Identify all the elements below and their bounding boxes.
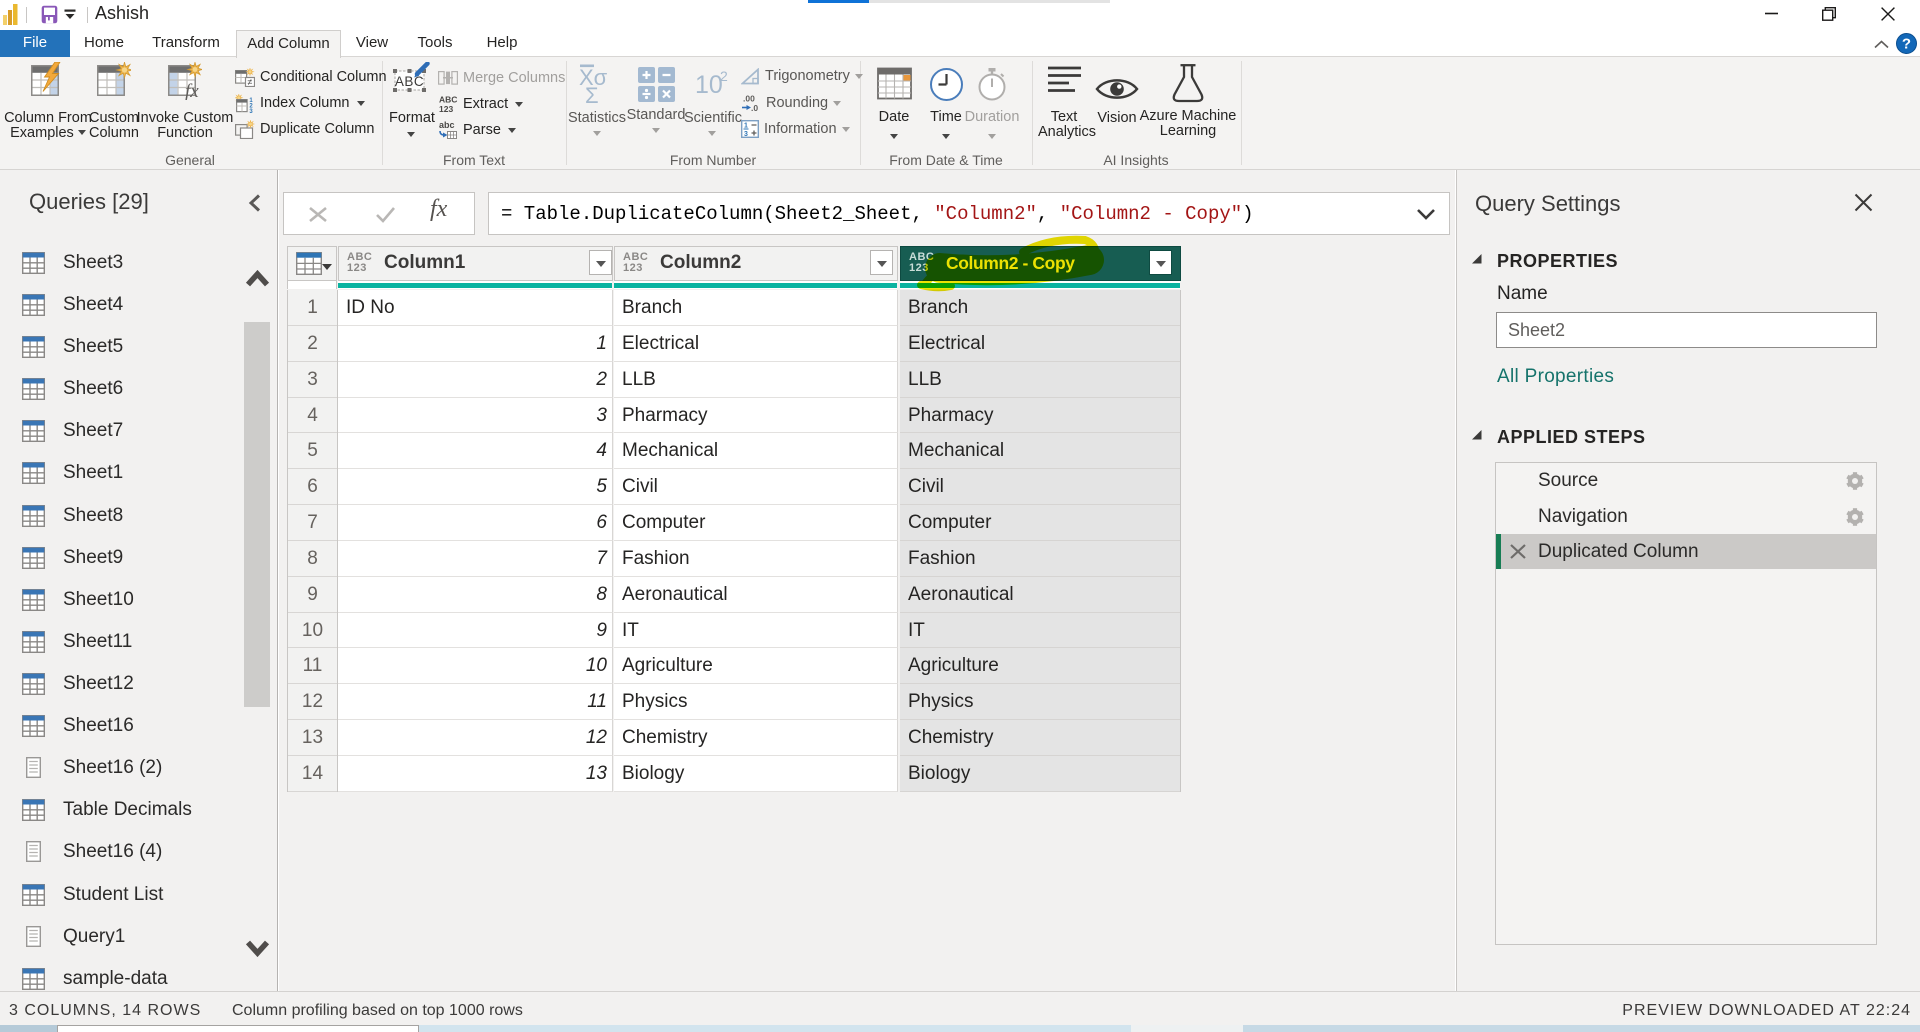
svg-text:fx: fx xyxy=(185,81,199,100)
svg-text:3: 3 xyxy=(249,109,253,113)
svg-text:1: 1 xyxy=(744,123,748,130)
svg-text:ABC: ABC xyxy=(439,95,457,105)
svg-text:10: 10 xyxy=(695,71,723,95)
svg-text:Σ: Σ xyxy=(585,83,599,104)
svg-text:123: 123 xyxy=(439,104,453,114)
svg-text:?: ? xyxy=(1902,36,1911,53)
svg-text:3: 3 xyxy=(744,131,748,138)
svg-text:≠: ≠ xyxy=(248,76,253,86)
svg-text:ABC: ABC xyxy=(395,74,424,89)
svg-text:.0: .0 xyxy=(751,103,758,112)
svg-text:2: 2 xyxy=(720,69,728,84)
svg-text:abc: abc xyxy=(439,120,455,130)
